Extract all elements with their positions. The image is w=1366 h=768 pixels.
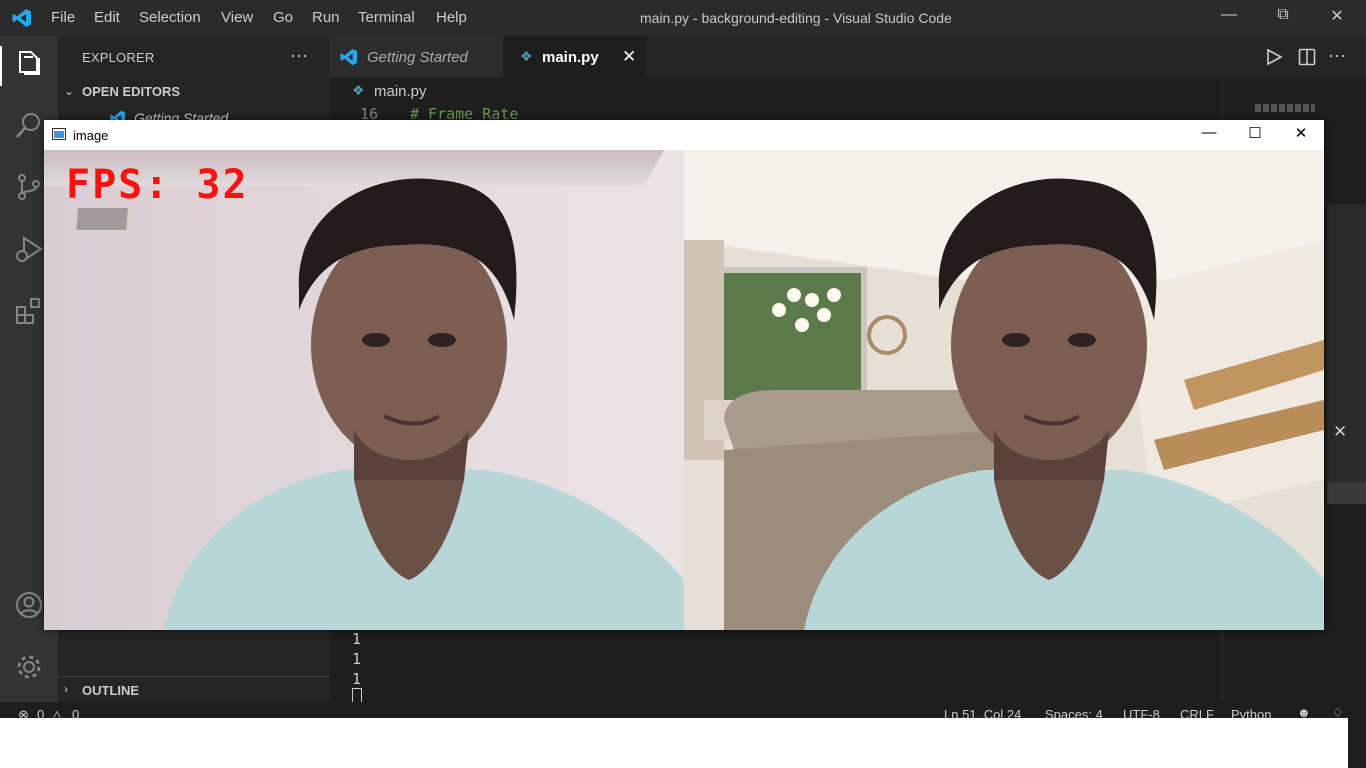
tab-main-py[interactable]: ❖ main.py ✕ (504, 36, 646, 78)
tab-label: main.py (542, 49, 599, 66)
indentation[interactable]: Spaces: 4 (1045, 707, 1103, 718)
chevron-down-icon[interactable]: ⌄ (64, 84, 74, 98)
window-title: main.py - background-editing - Visual St… (640, 10, 952, 26)
editor-more-icon[interactable]: ··· (1328, 45, 1346, 66)
image-minimize-button[interactable]: — (1194, 124, 1224, 146)
chevron-right-icon: › (64, 682, 68, 696)
fps-counter: FPS: 32 (66, 162, 249, 208)
outline-section-row[interactable]: › OUTLINE (58, 676, 330, 702)
notifications-bell-icon[interactable]: ♢ (1332, 705, 1344, 718)
video-frame: FPS: 32 (44, 150, 1324, 630)
editor-tabs: Getting Started ❖ main.py ✕ ··· (330, 36, 1366, 78)
python-file-icon: ❖ (352, 82, 365, 98)
terminal-line: 1 (352, 650, 362, 668)
warning-icon[interactable]: △ (52, 707, 62, 718)
menu-file[interactable]: File (51, 9, 75, 26)
close-window-button[interactable]: ✕ (1322, 6, 1352, 30)
line-ending[interactable]: CRLF (1180, 707, 1214, 718)
settings-gear-icon[interactable] (14, 652, 44, 682)
window-app-icon (52, 128, 66, 140)
source-control-icon[interactable] (14, 172, 44, 202)
terminal-line: 1 (352, 630, 362, 648)
edited-feed (684, 150, 1324, 630)
warning-count[interactable]: 0 (72, 707, 79, 718)
vscode-tab-icon (340, 48, 358, 66)
menu-terminal[interactable]: Terminal (358, 9, 415, 26)
panel-close-icon[interactable]: ✕ (1333, 422, 1347, 442)
breadcrumb[interactable]: ❖ main.py (330, 78, 1222, 104)
menu-go[interactable]: Go (273, 9, 293, 26)
scrollbar[interactable] (1327, 204, 1366, 494)
active-indicator (0, 46, 2, 86)
python-file-icon: ❖ (520, 48, 533, 64)
terminal-line: 1 (352, 670, 362, 688)
cursor-position[interactable]: Ln 51, Col 24 (944, 707, 1021, 718)
language-mode[interactable]: Python (1231, 707, 1271, 718)
image-window[interactable]: image — ☐ ✕ FPS: 32 (44, 120, 1324, 630)
status-bar: ⊗ 0 △ 0 Ln 51, Col 24 Spaces: 4 UTF-8 CR… (0, 702, 1366, 718)
explorer-icon[interactable] (14, 48, 44, 78)
menu-edit[interactable]: Edit (94, 9, 120, 26)
run-debug-icon[interactable] (14, 234, 44, 264)
restore-button[interactable]: ⧉ (1268, 6, 1298, 30)
vscode-logo-icon (12, 9, 31, 27)
camera-feed (44, 150, 684, 630)
image-close-button[interactable]: ✕ (1286, 124, 1316, 146)
extensions-icon[interactable] (14, 296, 44, 326)
error-count[interactable]: 0 (37, 707, 44, 718)
image-maximize-button[interactable]: ☐ (1240, 124, 1270, 146)
menu-help[interactable]: Help (436, 9, 467, 26)
menu-selection[interactable]: Selection (139, 9, 201, 26)
tab-getting-started[interactable]: Getting Started (330, 36, 502, 78)
image-window-title: image (73, 128, 109, 143)
open-editors-section[interactable]: OPEN EDITORS (82, 84, 180, 99)
panel-selection (1327, 482, 1366, 504)
minimize-button[interactable]: — (1214, 6, 1244, 30)
menu-view[interactable]: View (221, 9, 253, 26)
feedback-icon[interactable]: ☻ (1297, 705, 1311, 718)
title-bar: File Edit Selection View Go Run Terminal… (0, 0, 1366, 36)
tab-label: Getting Started (367, 49, 468, 66)
error-icon[interactable]: ⊗ (18, 707, 29, 718)
close-tab-icon[interactable]: ✕ (622, 47, 636, 67)
run-file-icon[interactable] (1265, 48, 1283, 66)
accounts-icon[interactable] (14, 590, 44, 620)
breadcrumb-file[interactable]: main.py (374, 83, 427, 100)
split-editor-icon[interactable] (1298, 48, 1316, 66)
minimap[interactable] (1255, 104, 1315, 112)
blank-area (0, 718, 1348, 768)
encoding[interactable]: UTF-8 (1123, 707, 1160, 718)
menu-run[interactable]: Run (312, 9, 340, 26)
outline-section: OUTLINE (82, 683, 140, 698)
explorer-header: EXPLORER (82, 50, 155, 65)
more-actions-icon[interactable]: ··· (290, 45, 308, 66)
search-icon[interactable] (14, 110, 44, 140)
terminal-panel[interactable]: 1 1 1 (330, 624, 1222, 708)
